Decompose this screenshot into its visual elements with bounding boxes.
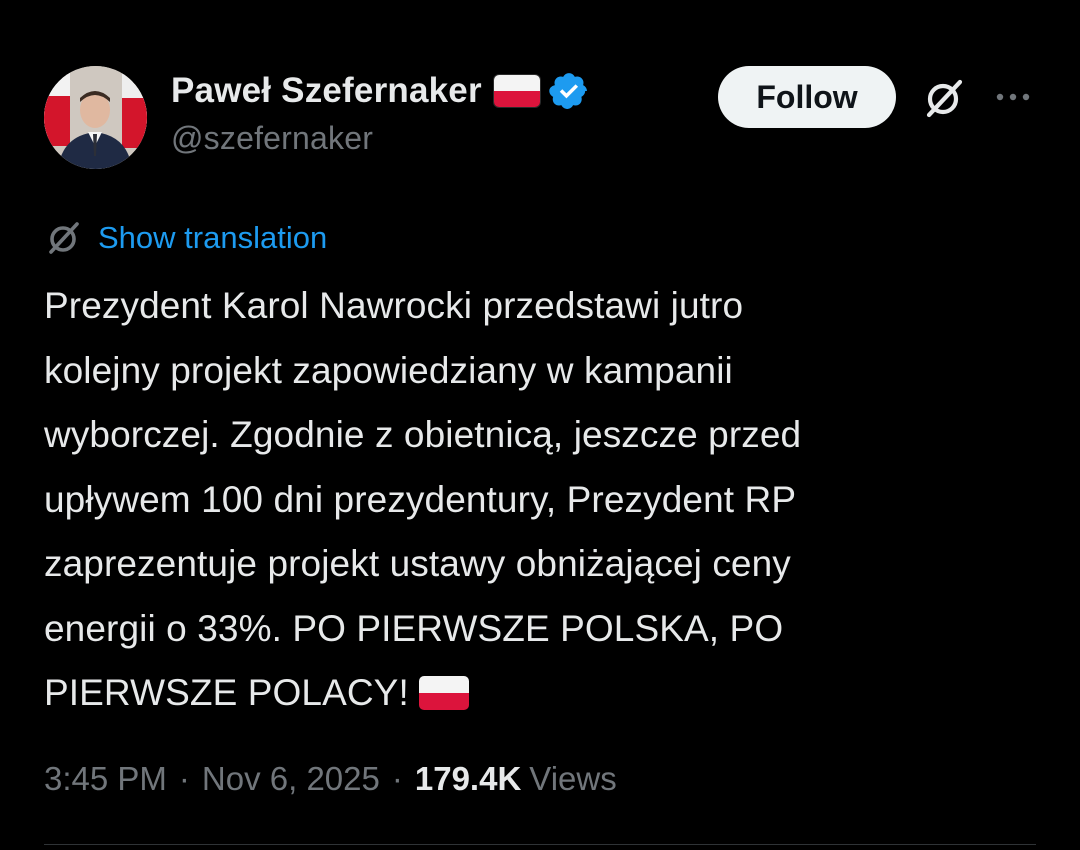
author-identity: Paweł Szefernaker @szefernaker xyxy=(171,70,590,157)
poland-flag-icon xyxy=(493,75,540,107)
tweet-date[interactable]: Nov 6, 2025 xyxy=(202,760,380,798)
more-options-icon[interactable] xyxy=(992,82,1034,112)
divider xyxy=(44,844,1036,845)
translate-icon xyxy=(49,222,79,254)
author-display-name[interactable]: Paweł Szefernaker xyxy=(171,71,482,111)
meta-separator: · xyxy=(178,760,190,797)
tweet-meta: 3:45 PM · Nov 6, 2025 · 179.4K Views xyxy=(44,756,617,802)
tweet-header: Paweł Szefernaker @szefernaker Follow xyxy=(44,64,1044,174)
views-label: Views xyxy=(529,760,617,797)
avatar[interactable] xyxy=(44,66,147,169)
follow-button[interactable]: Follow xyxy=(718,66,896,128)
tweet-time[interactable]: 3:45 PM xyxy=(44,760,167,798)
tweet-card: Paweł Szefernaker @szefernaker Follow Sh… xyxy=(0,0,1080,850)
tweet-text-body: Prezydent Karol Nawrocki przedstawi jutr… xyxy=(44,285,802,713)
show-translation-link[interactable]: Show translation xyxy=(98,220,327,256)
translation-row: Show translation xyxy=(44,216,327,260)
author-handle[interactable]: @szefernaker xyxy=(171,120,590,157)
verified-badge-icon[interactable] xyxy=(548,70,590,112)
name-row: Paweł Szefernaker xyxy=(171,70,590,112)
views-count: 179.4K xyxy=(414,760,522,797)
tweet-text: Prezydent Karol Nawrocki przedstawi jutr… xyxy=(44,274,1044,726)
meta-separator: · xyxy=(391,760,403,797)
grok-icon[interactable] xyxy=(920,74,968,122)
avatar-photo xyxy=(44,66,147,169)
poland-flag-icon xyxy=(418,676,469,710)
